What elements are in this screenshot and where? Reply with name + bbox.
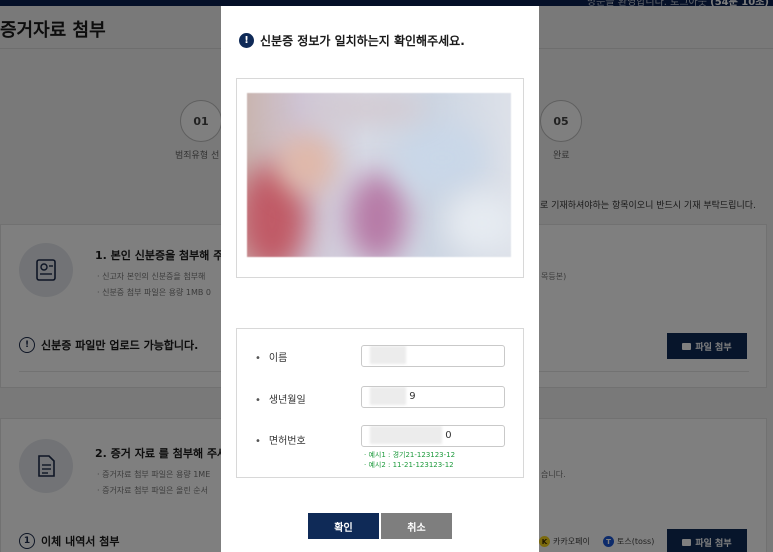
id-photo-frame (236, 78, 524, 278)
confirm-button[interactable]: 확인 (308, 513, 379, 539)
modal-header: ! 신분증 정보가 일치하는지 확인해주세요. (239, 32, 465, 49)
id-info-box: 이름 생년월일 9 면허번호 0 · 예시1 : 경기21-123123-12 … (236, 328, 524, 478)
masked-value (370, 346, 406, 364)
alert-icon: ! (239, 33, 254, 48)
license-number-value: 0 (445, 430, 452, 441)
license-example-1: · 예시1 : 경기21-123123-12 (364, 451, 456, 459)
birthdate-value: 9 (409, 391, 416, 402)
name-field[interactable] (361, 345, 505, 367)
birthdate-label: 생년월일 (255, 391, 306, 406)
name-label: 이름 (255, 349, 287, 364)
license-number-label: 면허번호 (255, 432, 306, 447)
birthdate-field[interactable]: 9 (361, 386, 505, 408)
masked-value (370, 426, 442, 444)
id-verify-modal: ! 신분증 정보가 일치하는지 확인해주세요. 이름 생년월일 9 면허번호 0… (221, 6, 539, 552)
license-number-field[interactable]: 0 (361, 425, 505, 447)
license-example-2: · 예시2 : 11-21-123123-12 (364, 461, 454, 469)
modal-title: 신분증 정보가 일치하는지 확인해주세요. (260, 34, 465, 48)
cancel-button[interactable]: 취소 (381, 513, 452, 539)
masked-value (370, 387, 406, 405)
id-card-preview-image (247, 93, 511, 257)
